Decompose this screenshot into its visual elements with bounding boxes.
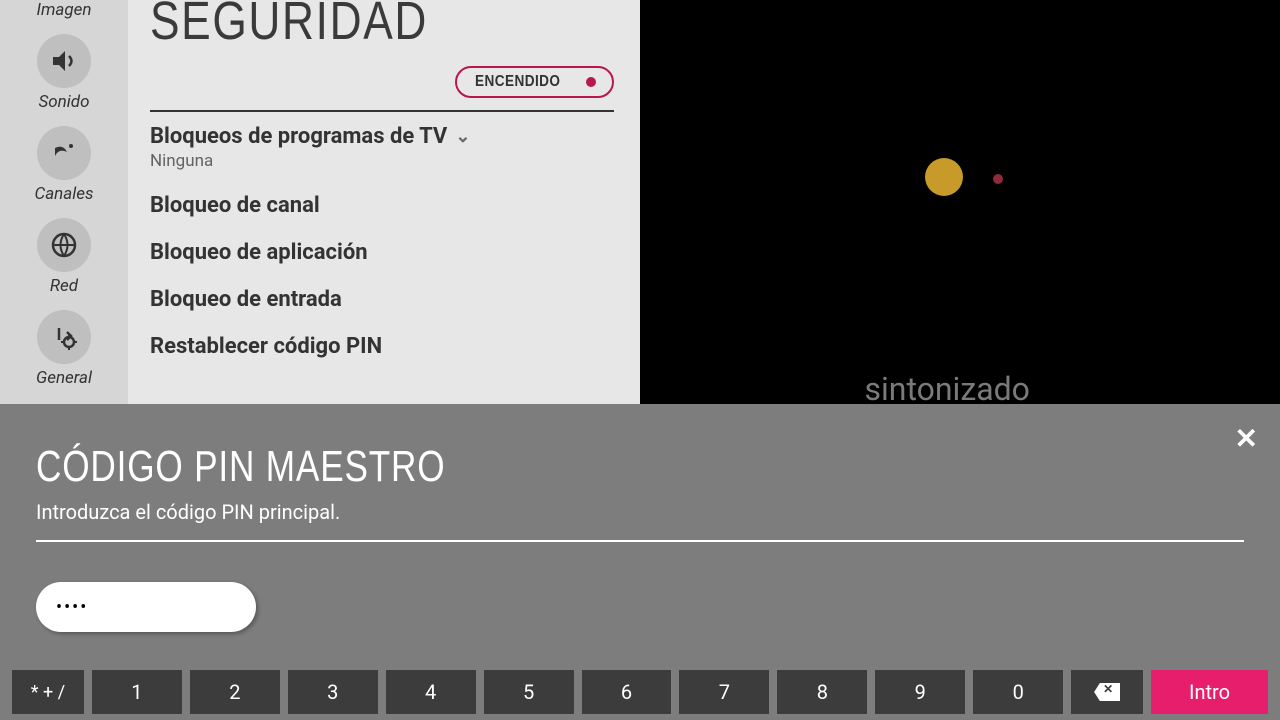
- setting-reset-pin[interactable]: Restablecer código PIN: [150, 322, 614, 369]
- channels-icon: [37, 126, 91, 180]
- chevron-down-icon: ⌄: [455, 126, 470, 147]
- tv-preview: sintonizado: [640, 0, 1280, 404]
- key-9[interactable]: 9: [875, 670, 965, 714]
- key-0[interactable]: 0: [973, 670, 1063, 714]
- security-toggle-row: ENCENDIDO: [150, 52, 614, 112]
- setting-title-label: Bloqueo de aplicación: [150, 240, 368, 265]
- panel-title: SEGURIDAD: [150, 0, 530, 52]
- settings-sidebar: Imagen Sonido Canales Red General: [0, 0, 128, 404]
- network-icon: [37, 218, 91, 272]
- setting-title-label: Bloqueos de programas de TV: [150, 124, 447, 149]
- setting-title-label: Bloqueo de canal: [150, 193, 320, 218]
- key-2[interactable]: 2: [190, 670, 280, 714]
- close-button[interactable]: ✕: [1235, 422, 1258, 455]
- key-6[interactable]: 6: [582, 670, 672, 714]
- key-symbols[interactable]: * + /: [12, 670, 84, 714]
- key-backspace[interactable]: [1071, 670, 1143, 714]
- pin-modal: ✕ CÓDIGO PIN MAESTRO Introduzca el códig…: [0, 404, 1280, 720]
- sidebar-item-label: Imagen: [36, 0, 91, 20]
- key-4[interactable]: 4: [386, 670, 476, 714]
- sidebar-item-red[interactable]: Red: [0, 210, 128, 302]
- setting-title-label: Restablecer código PIN: [150, 334, 382, 359]
- sidebar-item-imagen[interactable]: Imagen: [0, 0, 128, 26]
- pin-input[interactable]: ••••: [36, 582, 256, 632]
- setting-tv-program-locks[interactable]: Bloqueos de programas de TV ⌄ Ninguna: [150, 112, 614, 181]
- general-icon: [37, 310, 91, 364]
- setting-channel-lock[interactable]: Bloqueo de canal: [150, 181, 614, 228]
- sidebar-item-label: General: [36, 368, 92, 388]
- security-toggle[interactable]: ENCENDIDO: [455, 66, 614, 98]
- key-7[interactable]: 7: [679, 670, 769, 714]
- toggle-label: ENCENDIDO: [475, 73, 560, 91]
- numeric-keypad: * + / 1 2 3 4 5 6 7 8 9 0 Intro: [0, 664, 1280, 720]
- key-3[interactable]: 3: [288, 670, 378, 714]
- sidebar-item-label: Canales: [34, 184, 93, 204]
- toggle-indicator-icon: [586, 77, 596, 87]
- modal-subtitle: Introduzca el código PIN principal.: [36, 500, 1244, 542]
- loading-indicator-icon: [915, 158, 1005, 198]
- sidebar-item-general[interactable]: General: [0, 302, 128, 394]
- key-8[interactable]: 8: [777, 670, 867, 714]
- sidebar-item-label: Sonido: [38, 92, 89, 112]
- key-5[interactable]: 5: [484, 670, 574, 714]
- setting-title-label: Bloqueo de entrada: [150, 287, 342, 312]
- backspace-icon: [1094, 683, 1120, 701]
- sidebar-item-label: Red: [50, 276, 78, 296]
- tv-status-text: sintonizado: [864, 370, 1029, 408]
- pin-value: ••••: [56, 597, 88, 618]
- key-enter[interactable]: Intro: [1151, 670, 1268, 714]
- sidebar-item-sonido[interactable]: Sonido: [0, 26, 128, 118]
- key-1[interactable]: 1: [92, 670, 182, 714]
- sound-icon: [37, 34, 91, 88]
- setting-subtitle: Ninguna: [150, 151, 614, 171]
- security-panel: SEGURIDAD ENCENDIDO Bloqueos de programa…: [128, 0, 640, 404]
- modal-title: CÓDIGO PIN MAESTRO: [36, 442, 1002, 492]
- setting-app-lock[interactable]: Bloqueo de aplicación: [150, 228, 614, 275]
- sidebar-item-canales[interactable]: Canales: [0, 118, 128, 210]
- setting-input-lock[interactable]: Bloqueo de entrada: [150, 275, 614, 322]
